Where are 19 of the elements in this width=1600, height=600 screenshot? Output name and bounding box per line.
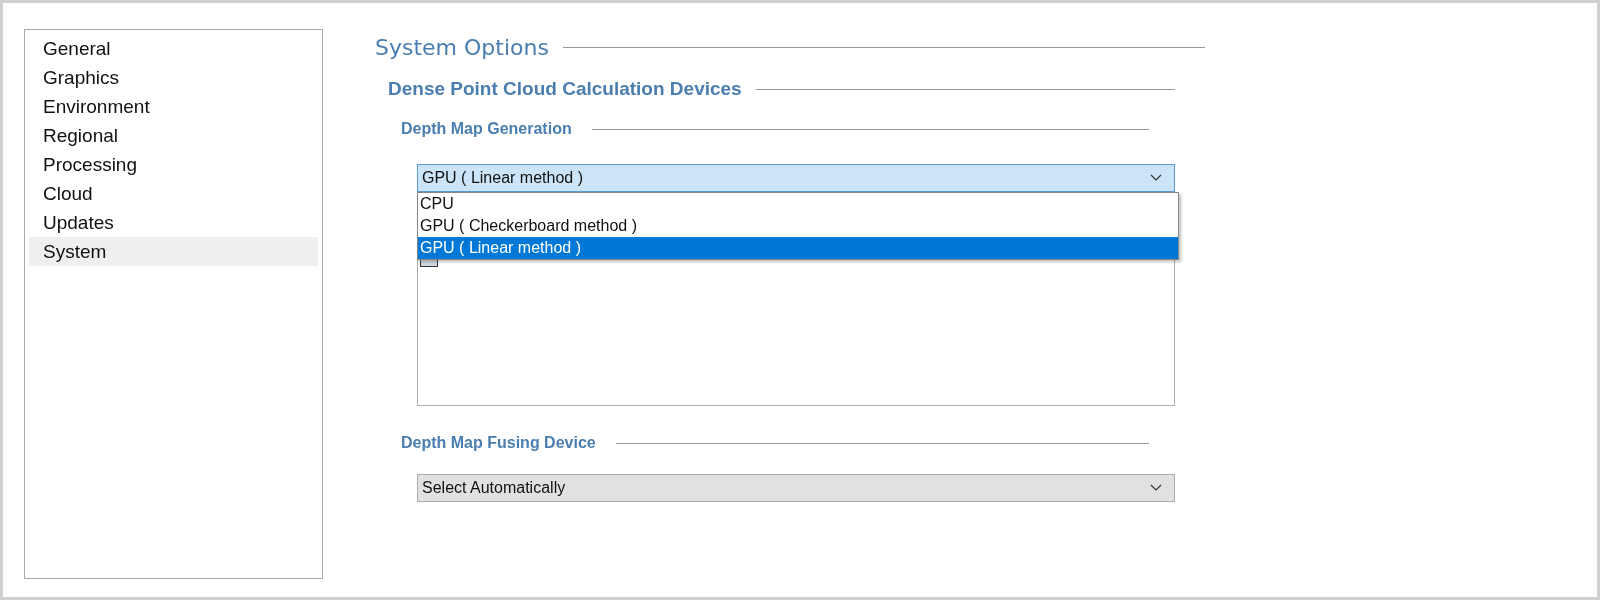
sidebar-item[interactable]: General bbox=[29, 34, 318, 63]
sidebar-item[interactable]: Processing bbox=[29, 150, 318, 179]
chevron-icon bbox=[1150, 484, 1162, 492]
subsection-heading: Depth Map Fusing Device bbox=[401, 434, 596, 452]
fusing-dropdown[interactable]: Select Automatically bbox=[417, 474, 1175, 502]
sidebar-item[interactable]: Environment bbox=[29, 92, 318, 121]
sidebar-item[interactable]: Updates bbox=[29, 208, 318, 237]
method-dropdown[interactable]: GPU ( Linear method ) bbox=[417, 164, 1175, 192]
dropdown-option[interactable]: GPU ( Linear method ) bbox=[418, 237, 1178, 259]
page-title: System Options bbox=[375, 35, 549, 60]
dropdown-option[interactable]: CPU bbox=[418, 193, 1178, 215]
sidebar-item[interactable]: Regional bbox=[29, 121, 318, 150]
dropdown-option[interactable]: GPU ( Checkerboard method ) bbox=[418, 215, 1178, 237]
sidebar-item[interactable]: Graphics bbox=[29, 63, 318, 92]
sidebar-item[interactable]: System bbox=[29, 237, 318, 266]
section-heading: Dense Point Cloud Calculation Devices bbox=[388, 78, 742, 100]
subsection-heading: Depth Map Generation bbox=[401, 120, 572, 138]
chevron-icon bbox=[1150, 174, 1162, 182]
sidebar-item[interactable]: Cloud bbox=[29, 179, 318, 208]
